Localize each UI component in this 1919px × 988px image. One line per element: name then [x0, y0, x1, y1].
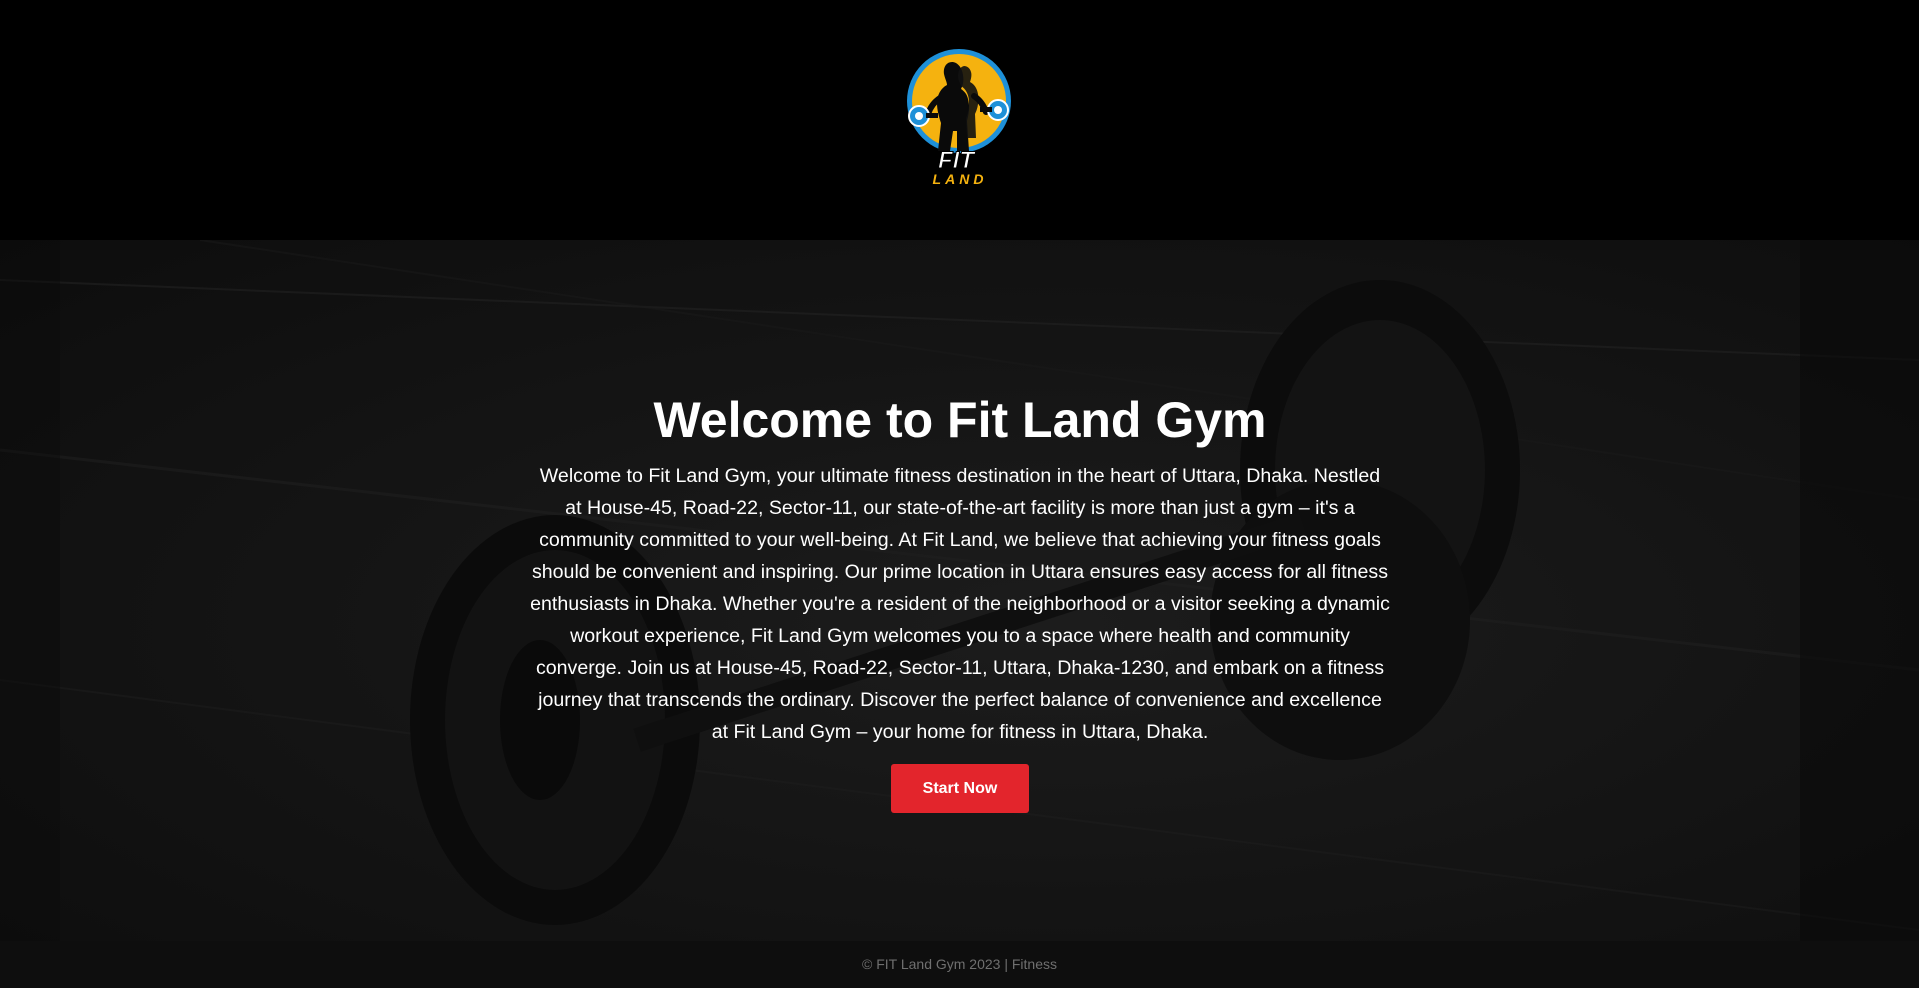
site-header: FIT LAND — [0, 0, 1919, 240]
logo-text-land: LAND — [933, 171, 988, 187]
footer-copyright: © FIT Land Gym 2023 | Fitness — [862, 956, 1057, 972]
logo-text-fit: FIT — [938, 147, 976, 174]
hero-title: Welcome to Fit Land Gym — [653, 392, 1267, 448]
hero-section: Welcome to Fit Land Gym Welcome to Fit L… — [0, 240, 1919, 941]
hero-content: Welcome to Fit Land Gym Welcome to Fit L… — [530, 390, 1390, 813]
fit-land-logo-icon[interactable]: FIT LAND — [900, 40, 1018, 190]
logo-graphic: FIT LAND — [907, 49, 1011, 187]
hero-description: Welcome to Fit Land Gym, your ultimate f… — [530, 465, 1390, 743]
site-footer: © FIT Land Gym 2023 | Fitness — [0, 941, 1919, 988]
start-now-button[interactable]: Start Now — [891, 764, 1029, 813]
